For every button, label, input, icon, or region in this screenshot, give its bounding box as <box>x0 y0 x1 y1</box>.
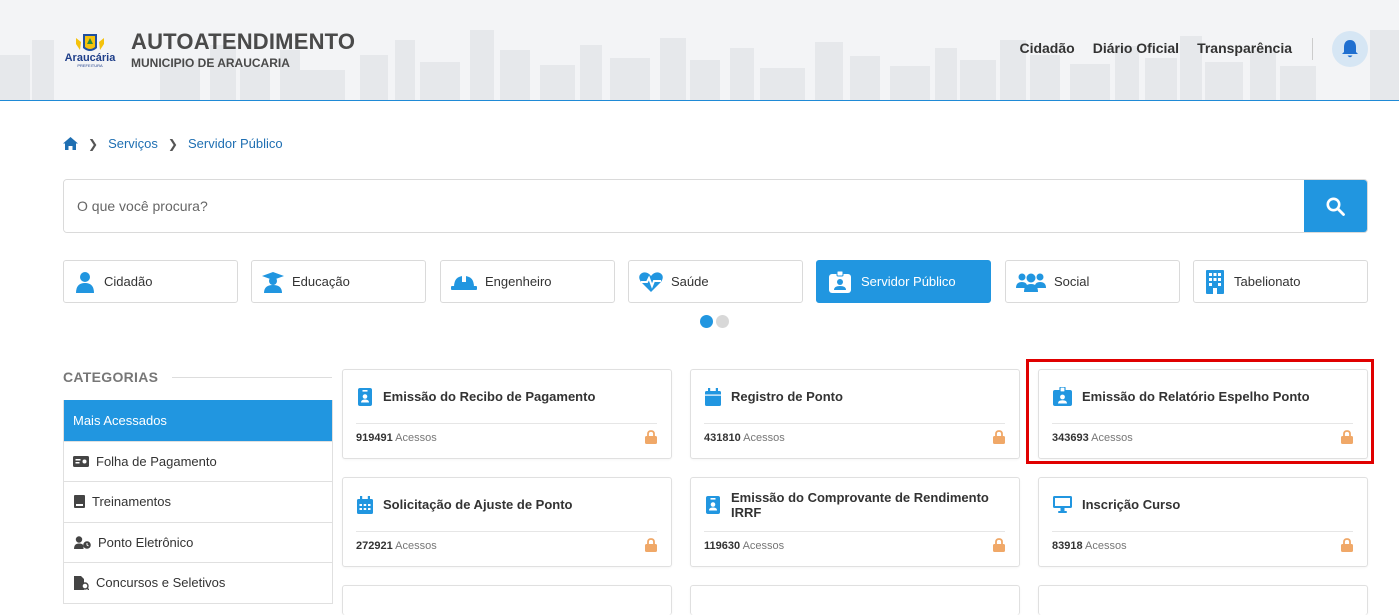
service-card-recibo-pagamento[interactable]: Emissão do Recibo de Pagamento 919491 Ac… <box>342 369 672 459</box>
id-badge-icon <box>827 270 853 293</box>
category-mais-acessados[interactable]: Mais Acessados <box>64 400 332 441</box>
building-icon <box>1204 269 1226 294</box>
lock-icon <box>645 538 657 552</box>
user-clock-icon <box>73 535 91 549</box>
site-header: Araucária PREFEITURA AUTOATENDIMENTO MUN… <box>0 0 1399 101</box>
tab-label: Saúde <box>671 274 709 289</box>
breadcrumb-servidor-publico[interactable]: Servidor Público <box>188 136 283 151</box>
category-label: Mais Acessados <box>73 413 167 429</box>
service-card-inscricao-curso[interactable]: Inscrição Curso 83918 Acessos <box>1038 477 1368 567</box>
category-label: Concursos e Seletivos <box>96 575 226 591</box>
categories-divider <box>172 377 332 378</box>
graduate-icon <box>262 271 284 293</box>
tab-tabelionato[interactable]: Tabelionato <box>1193 260 1368 303</box>
search-icon <box>1326 197 1345 216</box>
category-treinamentos[interactable]: Treinamentos <box>64 481 332 522</box>
calendar-icon <box>704 387 721 407</box>
category-label: Ponto Eletrônico <box>98 534 194 550</box>
search-input[interactable] <box>64 180 1306 232</box>
calendar-grid-icon <box>356 495 373 515</box>
lock-icon <box>645 430 657 444</box>
users-icon <box>1016 271 1046 293</box>
service-access-count: 83918 Acessos <box>1052 540 1127 552</box>
service-access-count: 119630 Acessos <box>704 540 785 552</box>
service-access-count: 431810 Acessos <box>704 432 785 444</box>
breadcrumb-servicos[interactable]: Serviços <box>108 136 158 151</box>
notifications-button[interactable] <box>1332 31 1368 67</box>
categories-list: Mais Acessados Folha de Pagamento Treina… <box>63 400 333 604</box>
top-navigation: Cidadão Diário Oficial Transparência <box>1019 40 1292 56</box>
tab-label: Tabelionato <box>1234 274 1301 289</box>
carousel-pagination <box>700 315 729 328</box>
id-badge-icon <box>704 495 721 515</box>
service-title: Registro de Ponto <box>731 389 843 404</box>
book-icon <box>73 495 85 509</box>
search-bar <box>63 179 1368 233</box>
lock-icon <box>993 430 1005 444</box>
tab-social[interactable]: Social <box>1005 260 1180 303</box>
categories-heading: CATEGORIAS <box>63 369 159 385</box>
tab-cidadao[interactable]: Cidadão <box>63 260 238 303</box>
chevron-right-icon: ❯ <box>88 136 99 151</box>
service-title: Solicitação de Ajuste de Ponto <box>383 497 573 512</box>
tab-saude[interactable]: Saúde <box>628 260 803 303</box>
service-title: Emissão do Recibo de Pagamento <box>383 389 596 404</box>
category-ponto-eletronico[interactable]: Ponto Eletrônico <box>64 521 332 562</box>
hard-hat-icon <box>451 271 477 293</box>
araucaria-logo[interactable]: Araucária PREFEITURA <box>62 32 118 68</box>
search-button[interactable] <box>1304 180 1367 232</box>
tab-label: Social <box>1054 274 1090 289</box>
carousel-dot-2[interactable] <box>716 315 729 328</box>
app-title: AUTOATENDIMENTO <box>131 29 356 54</box>
money-bill-icon <box>73 454 89 468</box>
file-search-icon <box>73 575 89 590</box>
category-label: Folha de Pagamento <box>96 453 217 469</box>
service-card-partial[interactable] <box>690 585 1020 615</box>
home-icon[interactable] <box>63 137 78 150</box>
nav-divider <box>1312 38 1313 60</box>
service-access-count: 919491 Acessos <box>356 432 437 444</box>
service-card-partial[interactable] <box>1038 585 1368 615</box>
carousel-dot-1[interactable] <box>700 315 713 328</box>
highlight-box <box>1026 359 1374 464</box>
desktop-icon <box>1052 495 1072 515</box>
nav-link-cidadao[interactable]: Cidadão <box>1019 40 1074 56</box>
tab-engenheiro[interactable]: Engenheiro <box>440 260 615 303</box>
lock-icon <box>993 538 1005 552</box>
breadcrumb: ❯ Serviços ❯ Servidor Público <box>63 136 283 151</box>
logo-subtext: PREFEITURA <box>77 63 103 68</box>
category-concursos-e-seletivos[interactable]: Concursos e Seletivos <box>64 562 332 603</box>
id-badge-icon <box>356 387 373 407</box>
bell-icon <box>1342 40 1358 58</box>
heartbeat-icon <box>639 271 663 293</box>
service-title: Emissão do Comprovante de Rendimento IRR… <box>731 489 989 520</box>
app-subtitle: MUNICIPIO DE ARAUCARIA <box>131 56 290 70</box>
chevron-right-icon: ❯ <box>167 136 178 151</box>
tab-label: Cidadão <box>104 274 153 289</box>
service-card-ajuste-ponto[interactable]: Solicitação de Ajuste de Ponto 272921 Ac… <box>342 477 672 567</box>
service-card-partial[interactable] <box>342 585 672 615</box>
nav-link-diario-oficial[interactable]: Diário Oficial <box>1093 40 1179 56</box>
tab-servidor-publico[interactable]: Servidor Público <box>816 260 991 303</box>
service-card-comprovante-rendimento-irrf[interactable]: Emissão do Comprovante de Rendimento IRR… <box>690 477 1020 567</box>
tab-label: Engenheiro <box>485 274 552 289</box>
tab-label: Educação <box>292 274 350 289</box>
service-card-registro-ponto[interactable]: Registro de Ponto 431810 Acessos <box>690 369 1020 459</box>
category-label: Treinamentos <box>92 494 171 510</box>
service-title: Inscrição Curso <box>1082 497 1181 512</box>
user-icon <box>74 271 96 293</box>
service-access-count: 272921 Acessos <box>356 540 437 552</box>
tab-educacao[interactable]: Educação <box>251 260 426 303</box>
nav-link-transparencia[interactable]: Transparência <box>1197 40 1292 56</box>
profile-tabs: Cidadão Educação Engenheiro Saúde Servid… <box>63 260 1368 303</box>
category-folha-de-pagamento[interactable]: Folha de Pagamento <box>64 440 332 481</box>
tab-label: Servidor Público <box>861 274 956 289</box>
lock-icon <box>1341 538 1353 552</box>
